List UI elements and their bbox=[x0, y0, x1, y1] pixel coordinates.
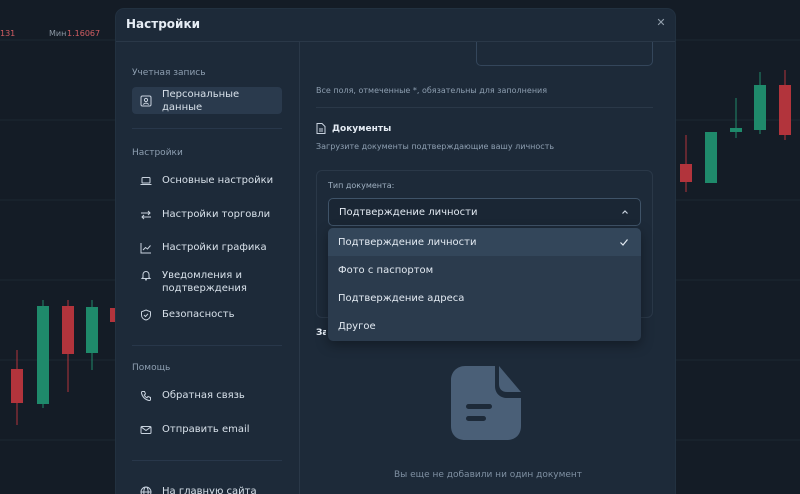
group-title-settings: Настройки bbox=[132, 148, 183, 158]
divider bbox=[316, 107, 653, 108]
shield-icon bbox=[141, 308, 151, 321]
empty-document-icon bbox=[451, 366, 521, 440]
divider bbox=[132, 460, 282, 461]
candle bbox=[705, 132, 717, 183]
check-icon bbox=[620, 239, 628, 246]
candle bbox=[779, 70, 791, 140]
group-title-help: Помощь bbox=[132, 363, 171, 373]
doc-type-select[interactable]: Подтверждение личности bbox=[328, 198, 641, 226]
candle bbox=[11, 350, 23, 425]
bell-icon bbox=[140, 271, 152, 281]
required-note: Все поля, отмеченные *, обязательны для … bbox=[316, 86, 548, 95]
candle bbox=[62, 300, 74, 392]
user-card-icon bbox=[140, 95, 152, 106]
doc-type-label: Тип документа: bbox=[328, 181, 395, 190]
min-label: Мин bbox=[49, 29, 67, 38]
settings-content: Все поля, отмеченные *, обязательны для … bbox=[301, 42, 675, 494]
modal-title: Настройки bbox=[126, 17, 201, 31]
sidebar-item-chart-settings[interactable]: Настройки графика bbox=[132, 234, 282, 261]
sidebar-item-notifications[interactable]: Уведомления и подтверждения bbox=[132, 267, 282, 297]
option-label: Подтверждение личности bbox=[338, 236, 477, 248]
dropdown-option[interactable]: Подтверждение личности bbox=[328, 228, 641, 256]
sidebar-item-security[interactable]: Безопасность bbox=[132, 301, 282, 328]
modal-header: Настройки ✕ bbox=[116, 9, 675, 42]
line-chart-icon bbox=[140, 242, 151, 253]
settings-sidebar: Учетная запись Персональные данные Настр… bbox=[116, 42, 300, 494]
doc-type-selected-value: Подтверждение личности bbox=[339, 206, 478, 218]
dropdown-option[interactable]: Фото с паспортом bbox=[328, 256, 641, 284]
option-label: Подтверждение адреса bbox=[338, 292, 465, 304]
sidebar-item-general-settings[interactable]: Основные настройки bbox=[132, 167, 282, 194]
sidebar-item-label: Основные настройки bbox=[162, 175, 274, 186]
sidebar-item-trading-settings[interactable]: Настройки торговли bbox=[132, 201, 282, 228]
sidebar-item-label: Настройки графика bbox=[162, 242, 267, 253]
divider bbox=[132, 128, 282, 129]
sidebar-item-label: Обратная связь bbox=[162, 390, 245, 401]
mail-icon bbox=[140, 425, 152, 434]
sidebar-item-label: Безопасность bbox=[162, 309, 235, 320]
dropdown-option[interactable]: Другое bbox=[328, 312, 641, 340]
candle bbox=[680, 135, 692, 192]
divider bbox=[132, 345, 282, 346]
sidebar-item-send-email[interactable]: Отправить email bbox=[132, 416, 282, 443]
candle bbox=[730, 98, 742, 138]
sidebar-item-home-site[interactable]: На главную сайта bbox=[132, 478, 282, 494]
settings-modal: Настройки ✕ Учетная запись Персональные … bbox=[116, 9, 675, 494]
phone-icon bbox=[140, 390, 151, 401]
empty-state-text: Вы еще не добавили ни один документ bbox=[393, 470, 583, 480]
sidebar-item-label: На главную сайта bbox=[162, 486, 257, 494]
chevron-up-icon bbox=[622, 210, 628, 214]
section-label-partial: За bbox=[316, 328, 326, 338]
price-value-left: 131 bbox=[0, 29, 16, 38]
sidebar-item-personal-data[interactable]: Персональные данные bbox=[132, 87, 282, 114]
sidebar-item-label: Настройки торговли bbox=[162, 209, 271, 220]
sidebar-item-label: Уведомления и подтверждения bbox=[162, 270, 247, 294]
sidebar-item-label: Отправить email bbox=[162, 424, 250, 435]
doc-type-dropdown: Подтверждение личности Фото с паспортом … bbox=[328, 228, 641, 341]
candle bbox=[754, 72, 766, 134]
group-title-account: Учетная запись bbox=[132, 68, 206, 78]
document-icon bbox=[316, 123, 326, 134]
candle bbox=[37, 300, 49, 408]
min-value: 1.16067 bbox=[67, 29, 101, 38]
laptop-icon bbox=[140, 176, 152, 185]
text-input[interactable] bbox=[476, 42, 653, 66]
sidebar-item-feedback[interactable]: Обратная связь bbox=[132, 382, 282, 409]
option-label: Другое bbox=[338, 320, 376, 332]
arrows-swap-icon bbox=[141, 210, 151, 219]
documents-subtitle: Загрузите документы подтверждающие вашу … bbox=[316, 142, 555, 151]
dropdown-option[interactable]: Подтверждение адреса bbox=[328, 284, 641, 312]
sidebar-item-label: Персональные данные bbox=[162, 88, 240, 113]
close-icon[interactable]: ✕ bbox=[653, 15, 669, 31]
option-label: Фото с паспортом bbox=[338, 264, 434, 276]
globe-icon bbox=[140, 486, 152, 494]
documents-title: Документы bbox=[332, 123, 392, 134]
documents-header: Документы bbox=[316, 123, 391, 134]
